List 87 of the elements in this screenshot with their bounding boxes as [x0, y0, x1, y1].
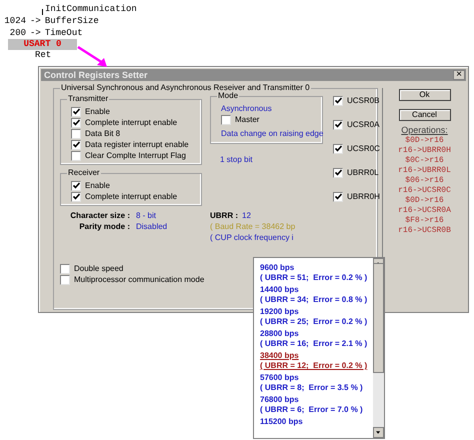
baud-note: ( Baud Rate = 38462 bp: [210, 221, 296, 232]
window-title: Control Registers Setter: [44, 70, 148, 80]
field-label: UBRR :: [210, 210, 238, 221]
dialog-button[interactable]: Ok: [398, 89, 450, 101]
checkmark-icon: [334, 145, 342, 152]
checkbox[interactable]: [60, 264, 70, 274]
field-value: 12: [242, 210, 251, 221]
checkbox-label: Data register interrupt enable: [85, 139, 189, 150]
checkbox[interactable]: [71, 118, 81, 128]
operations-title: Operations:: [401, 125, 448, 136]
checkmark-icon: [334, 97, 342, 104]
operation-line: $F8->r16: [405, 216, 444, 226]
checkmark-icon: [334, 121, 342, 128]
checkbox-label: Enable: [85, 180, 110, 191]
checkmark-icon: [334, 169, 342, 176]
group-title: Mode: [217, 91, 240, 101]
baud-rate-option[interactable]: 19200 bps ( UBRR = 25; Error = 0.2 % ): [260, 307, 368, 327]
scrollbar[interactable]: [373, 258, 384, 438]
checkbox[interactable]: [71, 140, 81, 150]
baud-rate-option[interactable]: 28800 bps ( UBRR = 16; Error = 2.1 % ): [260, 329, 368, 349]
operation-line: $0D->r16: [405, 196, 444, 206]
code-target: BufferSize: [44, 16, 99, 26]
checkbox-label: Clear Complte Interrupt Flag: [85, 150, 186, 161]
operation-line: r16->UCSR0B: [398, 226, 451, 236]
group-title: Transmitter: [67, 94, 110, 104]
code-arrow: ->: [30, 28, 41, 38]
checkbox[interactable]: [71, 180, 81, 190]
pointer-arrow: [77, 45, 109, 69]
checkbox[interactable]: [333, 96, 343, 106]
checkbox-label: Enable: [85, 106, 110, 117]
operation-line: $0D->r16: [405, 136, 444, 146]
scroll-thumb[interactable]: [373, 263, 384, 373]
checkbox-label: UBRR0H: [347, 191, 380, 202]
checkbox[interactable]: [221, 114, 231, 124]
cursor-tick: [42, 9, 43, 15]
checkbox-label: Data Bit 8: [85, 128, 120, 139]
checkbox-label: Complete interrupt enable: [85, 191, 178, 202]
clock-note: ( CUP clock frequency i: [210, 232, 294, 243]
checkbox-label: UBRR0L: [347, 167, 379, 178]
scroll-down-icon[interactable]: [373, 427, 384, 438]
checkbox-label: Complete interrupt enable: [85, 117, 178, 128]
baud-rate-option[interactable]: 57600 bps ( UBRR = 8; Error = 3.5 % ): [260, 373, 363, 393]
group-title: Receiver: [67, 168, 101, 178]
checkbox[interactable]: [333, 168, 343, 178]
code-value: 1024: [3, 16, 26, 26]
checkbox-label: Multiprocessor communication mode: [74, 274, 204, 285]
baud-rate-option[interactable]: 38400 bps ( UBRR = 12; Error = 0.2 % ): [260, 351, 368, 371]
checkbox[interactable]: [333, 144, 343, 154]
checkbox-label: UCSR0C: [347, 143, 380, 154]
group-title: Universal Synchronous and Asynchronous Reseiver and Transmitter 0: [60, 83, 311, 93]
field-value: Disabled: [136, 221, 168, 232]
mode-value: Asynchronous: [221, 103, 273, 114]
field-label: Parity mode :: [78, 221, 130, 232]
checkbox[interactable]: [60, 274, 70, 284]
checkbox[interactable]: [71, 128, 81, 138]
operation-line: r16->UBRR0H: [398, 146, 451, 156]
checkmark-icon: [334, 193, 342, 200]
baud-rate-option[interactable]: 115200 bps: [260, 417, 303, 427]
operation-line: $06->r16: [405, 176, 444, 186]
stop-bits: 1 stop bit: [220, 154, 254, 165]
code-return: Ret: [34, 50, 52, 62]
dialog-button[interactable]: Cancel: [398, 109, 450, 121]
operation-line: r16->UBRR0L: [398, 166, 451, 176]
checkbox[interactable]: [71, 150, 81, 160]
checkbox-label: Double speed: [74, 263, 124, 274]
field-label: Character size :: [69, 210, 130, 221]
operation-line: $0C->r16: [405, 156, 444, 166]
code-arrow: ->: [30, 16, 41, 26]
operation-line: r16->UCSR0A: [398, 206, 451, 216]
baud-rate-option[interactable]: 76800 bps ( UBRR = 6; Error = 7.0 % ): [260, 395, 363, 415]
baud-rate-option[interactable]: 9600 bps ( UBRR = 51; Error = 0.2 % ): [260, 263, 368, 283]
checkbox-label: Master: [235, 114, 260, 125]
checkbox-label: UCSR0A: [347, 119, 380, 130]
field-value: 8 - bit: [136, 210, 156, 221]
code-label: InitCommunication: [45, 4, 137, 15]
edge-setting: Data change on raising edge: [221, 128, 322, 139]
checkmark-icon: [72, 141, 80, 148]
operation-line: r16->UCSR0C: [398, 186, 451, 196]
code-target: TimeOut: [44, 28, 83, 38]
checkbox[interactable]: [71, 106, 81, 116]
checkbox[interactable]: [71, 192, 81, 202]
checkbox[interactable]: [333, 192, 343, 202]
code-value: 200: [8, 28, 26, 38]
close-button[interactable]: ×: [453, 70, 465, 80]
baud-rate-option[interactable]: 14400 bps ( UBRR = 34; Error = 0.8 % ): [260, 285, 368, 305]
checkbox-label: UCSR0B: [347, 95, 380, 106]
checkbox[interactable]: [333, 120, 343, 130]
